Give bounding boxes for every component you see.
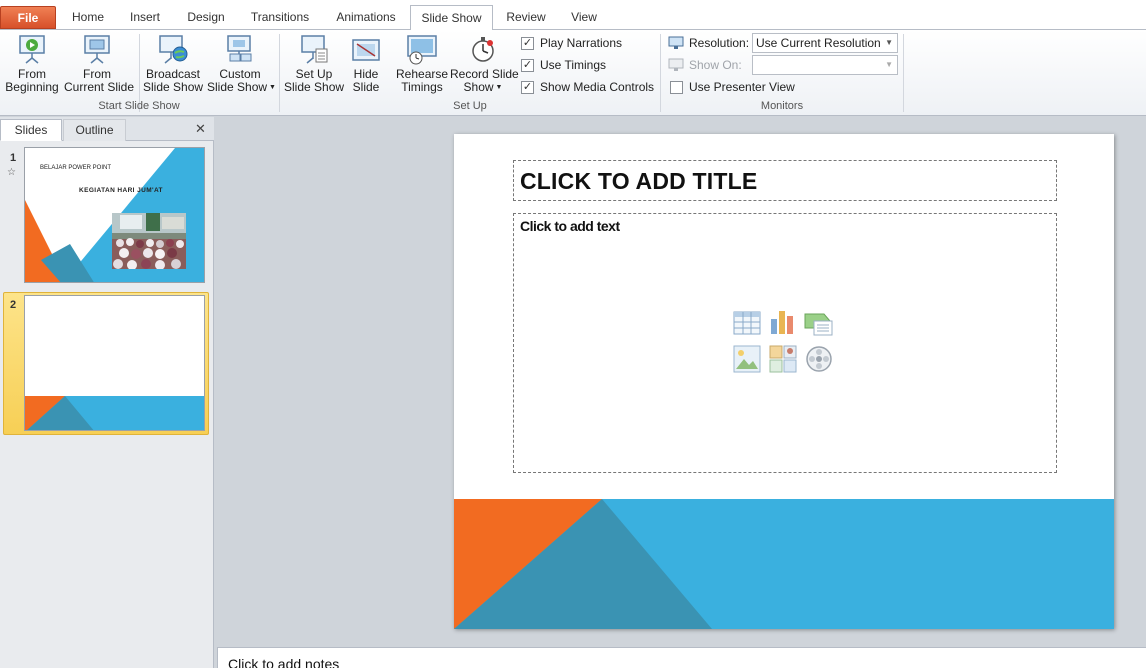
show-on-label: Show On: bbox=[689, 58, 742, 72]
setup-show-icon bbox=[299, 34, 329, 64]
tab-home[interactable]: Home bbox=[64, 5, 112, 30]
slide-canvas[interactable]: CLICK TO ADD TITLE Click to add text bbox=[454, 134, 1114, 629]
tab-insert[interactable]: Insert bbox=[122, 5, 168, 30]
setup-label-2: Slide Show bbox=[284, 80, 345, 94]
broadcast-slide-show-button[interactable]: Broadcast Slide Show bbox=[143, 34, 203, 94]
from-beginning-label-2: Beginning bbox=[5, 80, 59, 94]
tab-transitions[interactable]: Transitions bbox=[244, 5, 316, 30]
custom-show-label-2: Slide Show ▼ bbox=[207, 80, 276, 94]
insert-smartart-icon[interactable] bbox=[804, 309, 834, 339]
tab-file[interactable]: File bbox=[0, 6, 56, 29]
slide-thumbnail-2[interactable] bbox=[24, 295, 205, 431]
hide-slide-button[interactable]: Hide Slide bbox=[346, 34, 386, 94]
chevron-down-icon: ▼ bbox=[885, 38, 893, 47]
start-slide-show-group-label: Start Slide Show bbox=[98, 100, 180, 112]
slide-1-subtitle: KEGIATAN HARI JUM'AT bbox=[79, 187, 163, 194]
group-separator bbox=[903, 34, 904, 112]
chevron-down-icon: ▼ bbox=[885, 60, 893, 69]
dropdown-arrow-icon: ▼ bbox=[493, 84, 503, 91]
resolution-row: Resolution: bbox=[668, 33, 749, 53]
show-media-controls-label: Show Media Controls bbox=[540, 80, 655, 94]
monitors-group-label: Monitors bbox=[760, 100, 804, 112]
insert-picture-icon[interactable] bbox=[732, 344, 762, 374]
custom-show-icon bbox=[225, 34, 255, 64]
record-label-2-text: Show bbox=[463, 80, 494, 94]
animation-star-icon: ☆ bbox=[7, 167, 16, 178]
tab-design[interactable]: Design bbox=[178, 5, 234, 30]
slide-number: 2 bbox=[10, 299, 17, 311]
insert-table-icon[interactable] bbox=[732, 309, 762, 339]
slide-1-title: BELAJAR POWER POINT bbox=[40, 165, 112, 171]
presenter-view-label: Use Presenter View bbox=[689, 80, 795, 94]
resolution-label: Resolution: bbox=[689, 36, 750, 50]
play-narrations-label: Play Narrations bbox=[540, 36, 623, 50]
slide-number: 1 bbox=[10, 152, 17, 164]
from-beginning-button[interactable]: From Beginning bbox=[4, 34, 60, 94]
slide-2-background-shapes bbox=[25, 396, 204, 430]
show-on-dropdown: ▼ bbox=[752, 55, 898, 75]
title-placeholder[interactable]: CLICK TO ADD TITLE bbox=[513, 160, 1057, 201]
hide-slide-icon bbox=[351, 34, 381, 64]
monitor-icon bbox=[668, 36, 684, 50]
record-slide-show-button[interactable]: Record Slide Show ▼ bbox=[450, 34, 519, 94]
tab-slide-show[interactable]: Slide Show bbox=[410, 5, 493, 31]
use-presenter-view-checkbox[interactable]: Use Presenter View bbox=[670, 78, 795, 96]
broadcast-label-2: Slide Show bbox=[143, 80, 204, 94]
hide-slide-label-2: Slide bbox=[352, 80, 380, 94]
insert-clipart-icon[interactable] bbox=[768, 344, 798, 374]
slide-thumbnail-1[interactable]: BELAJAR POWER POINT KEGIATAN HARI JUM'AT bbox=[24, 147, 205, 283]
close-icon[interactable]: ✕ bbox=[195, 121, 206, 137]
rehearse-timer-icon bbox=[407, 34, 437, 65]
custom-show-label-2-text: Slide Show bbox=[207, 80, 268, 94]
checkbox-checked-icon: ✓ bbox=[521, 80, 534, 94]
notes-placeholder: Click to add notes bbox=[228, 656, 340, 668]
tab-slides[interactable]: Slides bbox=[0, 119, 62, 141]
content-placeholder-text: Click to add text bbox=[520, 218, 620, 234]
tab-animations[interactable]: Animations bbox=[327, 5, 405, 30]
resolution-value: Use Current Resolution bbox=[756, 36, 881, 50]
resolution-dropdown[interactable]: Use Current Resolution ▼ bbox=[752, 33, 898, 53]
slides-pane: Slides Outline ✕ 1 ☆ BELAJAR POWER POINT… bbox=[0, 117, 214, 668]
stopwatch-icon bbox=[468, 34, 498, 64]
set-up-slide-show-button[interactable]: Set Up Slide Show bbox=[284, 34, 344, 94]
slide-1-photo bbox=[112, 213, 186, 269]
slide-editing-area: CLICK TO ADD TITLE Click to add text bbox=[215, 117, 1146, 646]
tab-outline[interactable]: Outline bbox=[63, 119, 126, 141]
rehearse-label-2: Timings bbox=[401, 80, 443, 94]
rehearse-timings-button[interactable]: Rehearse Timings bbox=[396, 34, 448, 94]
checkbox-checked-icon: ✓ bbox=[521, 36, 534, 50]
from-current-slide-button[interactable]: From Current Slide bbox=[64, 34, 135, 94]
checkbox-checked-icon: ✓ bbox=[521, 58, 534, 72]
checkbox-unchecked-icon bbox=[670, 80, 683, 94]
broadcast-globe-icon bbox=[158, 34, 188, 64]
slideshow-play-icon bbox=[17, 34, 47, 64]
monitor-disabled-icon bbox=[668, 58, 684, 72]
pane-tab-bar: Slides Outline ✕ bbox=[0, 117, 214, 141]
play-narrations-checkbox[interactable]: ✓ Play Narrations bbox=[521, 34, 622, 52]
custom-slide-show-button[interactable]: Custom Slide Show ▼ bbox=[207, 34, 276, 94]
dropdown-arrow-icon: ▼ bbox=[267, 84, 276, 91]
ribbon: From Beginning From Current Slide Broadc… bbox=[0, 30, 1146, 116]
ribbon-tab-bar: File Home Insert Design Transitions Anim… bbox=[0, 0, 1146, 31]
show-on-row: Show On: bbox=[668, 55, 742, 75]
set-up-group-label: Set Up bbox=[453, 100, 487, 112]
tab-review[interactable]: Review bbox=[500, 5, 552, 30]
notes-pane[interactable]: Click to add notes bbox=[217, 647, 1146, 668]
use-timings-checkbox[interactable]: ✓ Use Timings bbox=[521, 56, 606, 74]
insert-chart-icon[interactable] bbox=[768, 307, 798, 337]
insert-media-icon[interactable] bbox=[804, 344, 834, 374]
from-current-label-2: Current Slide bbox=[64, 80, 135, 94]
use-timings-label: Use Timings bbox=[540, 58, 607, 72]
content-placeholder[interactable]: Click to add text bbox=[513, 213, 1057, 473]
tab-view[interactable]: View bbox=[562, 5, 606, 30]
show-media-controls-checkbox[interactable]: ✓ Show Media Controls bbox=[521, 78, 654, 96]
record-label-2: Show ▼ bbox=[450, 81, 516, 94]
slideshow-current-icon bbox=[82, 34, 112, 64]
